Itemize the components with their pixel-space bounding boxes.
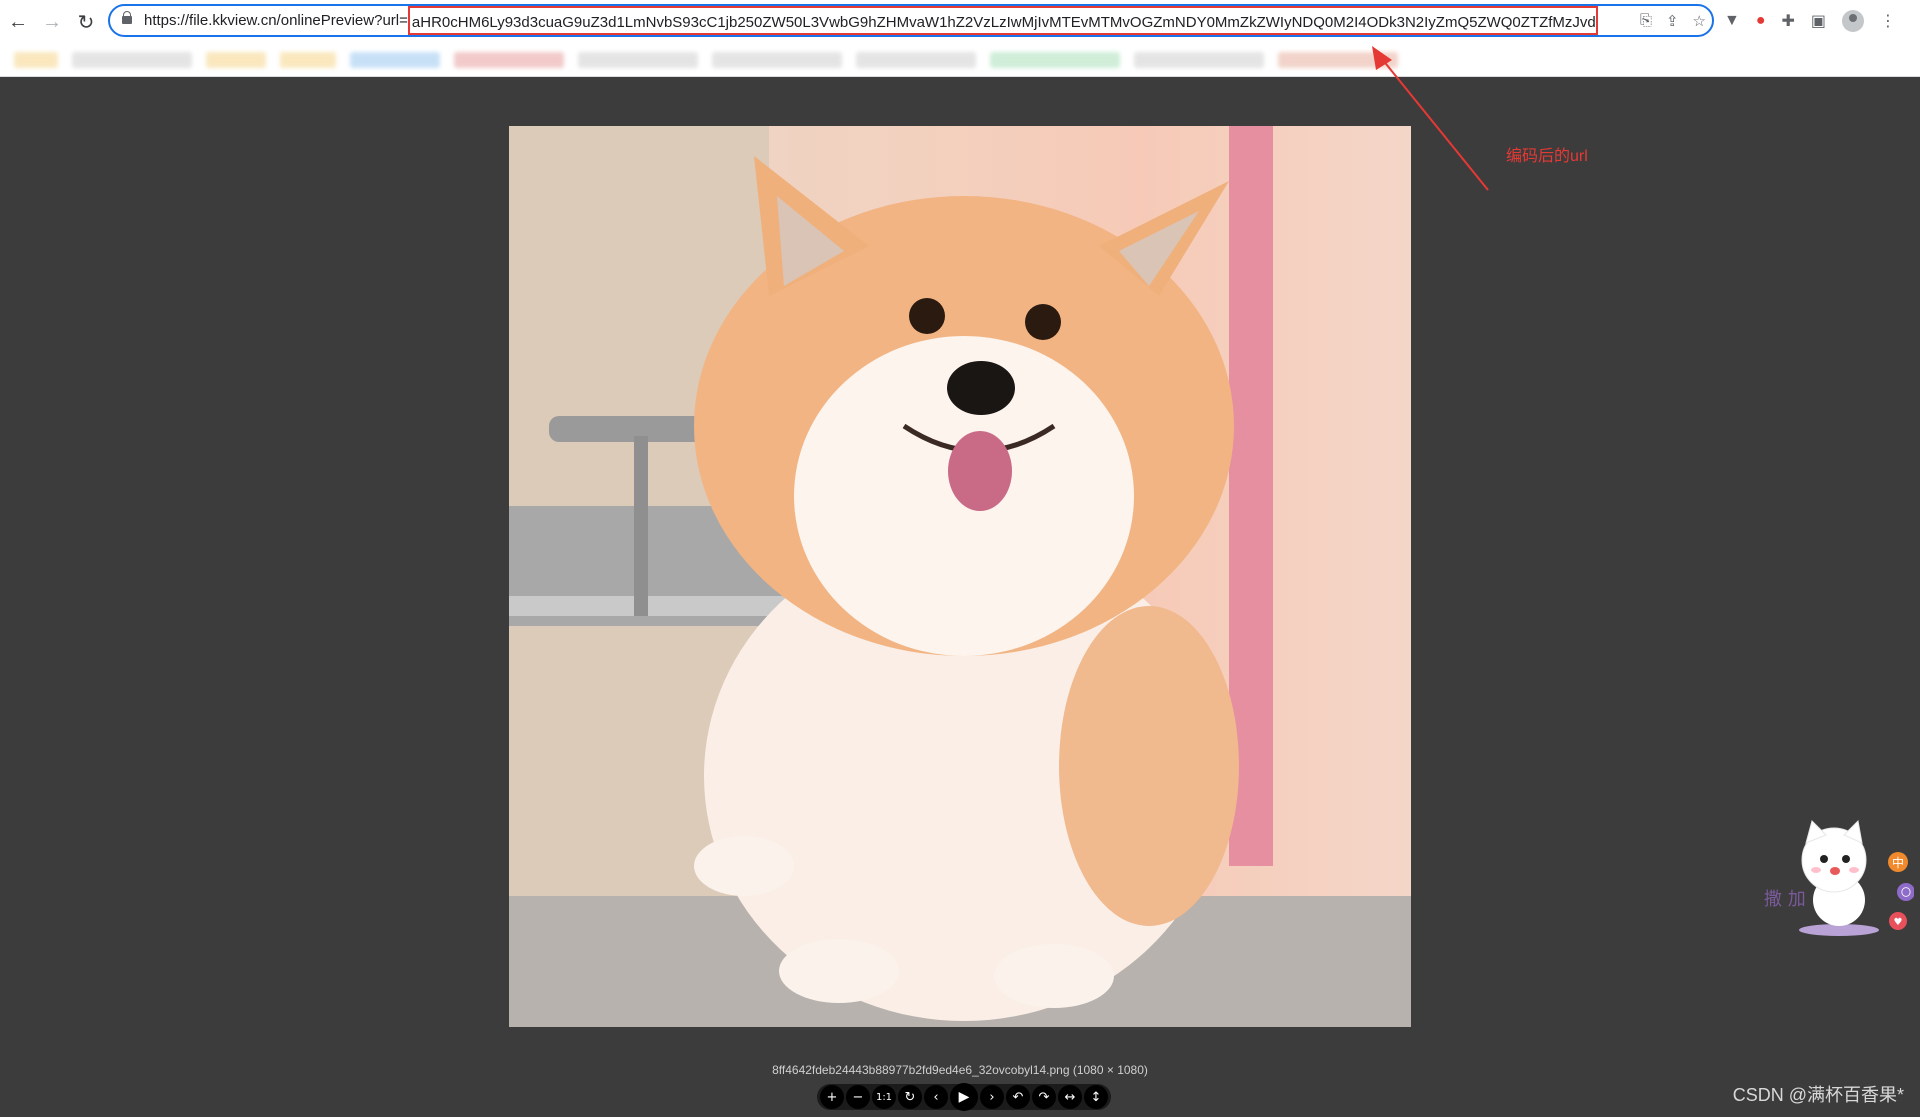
lock-icon: [122, 10, 132, 26]
mascot-cheek-right: [1849, 867, 1859, 873]
photo-faucet-pipe: [634, 436, 648, 616]
bookmark-blurred[interactable]: [856, 52, 976, 68]
photo-dog-nose: [947, 361, 1015, 415]
translate-icon[interactable]: ⎘: [1640, 12, 1652, 29]
browser-toolbar: ← → ↻ https://file.kkview.cn/onlinePrevi…: [0, 0, 1920, 44]
photo-dog-paw-right: [994, 944, 1114, 1008]
vue-devtools-icon[interactable]: ▼: [1724, 12, 1740, 30]
photo-dog-side: [1059, 606, 1239, 926]
rotate-left-button[interactable]: ↶: [1006, 1085, 1030, 1109]
bookmark-blurred[interactable]: [206, 52, 266, 68]
bookmark-blurred[interactable]: [72, 52, 192, 68]
profile-avatar-icon[interactable]: [1842, 10, 1865, 32]
extension-area: ▼ ● ✚ ▣ ⋮: [1724, 6, 1896, 36]
one-to-one-button[interactable]: 1:1: [872, 1085, 896, 1109]
zoom-out-button[interactable]: −: [846, 1085, 870, 1109]
pocket-extension-icon[interactable]: ●: [1756, 12, 1766, 30]
photo-dog-eye-left: [909, 298, 945, 334]
annotation-label: 编码后的url: [1506, 148, 1588, 165]
bookmark-star-icon[interactable]: ☆: [1693, 12, 1706, 30]
bookmark-blurred[interactable]: [350, 52, 440, 68]
image-caption: 8ff4642fdeb24443b88977b2fd9ed4e6_32ovcob…: [772, 1063, 1148, 1077]
photo-dog-back-paw: [694, 836, 794, 896]
bookmark-blurred[interactable]: [280, 52, 336, 68]
mascot-eye-right: [1842, 855, 1850, 863]
omnibox-actions: ⎘ ⇪ ☆: [1640, 6, 1706, 35]
zoom-in-button[interactable]: +: [820, 1085, 844, 1109]
photo-dog-tongue: [948, 431, 1012, 511]
extensions-puzzle-icon[interactable]: ✚: [1782, 11, 1795, 31]
mascot-side-text: 撒 加: [1764, 889, 1806, 910]
bookmark-blurred[interactable]: [1134, 52, 1264, 68]
photo-dog-eye-right: [1025, 304, 1061, 340]
image-viewer: 8ff4642fdeb24443b88977b2fd9ed4e6_32ovcob…: [0, 77, 1920, 1117]
bookmark-blurred[interactable]: [990, 52, 1120, 68]
arrow-left-icon: ←: [8, 10, 28, 33]
forward-button[interactable]: →: [36, 6, 68, 38]
back-button[interactable]: ←: [2, 6, 34, 38]
corgi-illustration: [509, 126, 1411, 1027]
flip-horizontal-button[interactable]: ↔: [1058, 1085, 1082, 1109]
reset-button[interactable]: ↻: [898, 1085, 922, 1109]
play-button[interactable]: ▶: [950, 1083, 978, 1111]
rotate-right-button[interactable]: ↷: [1032, 1085, 1056, 1109]
annotation-arrow-line: [1377, 53, 1489, 191]
reload-icon: ↻: [77, 11, 95, 34]
flip-vertical-button[interactable]: ↕: [1084, 1085, 1108, 1109]
url-encoded-highlighted: aHR0cHM6Ly93d3cuaG9uZ3d1LmNvbS93cC1jb250…: [407, 6, 1598, 35]
cat-mascot[interactable]: 撒 加 中 〇 ♥: [1764, 815, 1914, 945]
menu-kebab-icon[interactable]: ⋮: [1880, 11, 1896, 31]
url-prefix: https://file.kkview.cn/onlinePreview?url…: [144, 12, 408, 29]
bookmarks-bar: [0, 44, 1920, 77]
csdn-watermark: CSDN @满杯百香果*: [1732, 1085, 1904, 1105]
mascot-badge-1-text: 中: [1892, 855, 1904, 870]
arrow-right-icon: →: [42, 10, 62, 33]
mascot-badge-2-text: 〇: [1901, 887, 1911, 899]
mascot-badge-3-text: ♥: [1894, 917, 1903, 928]
viewer-controls: + − 1:1 ↻ ‹ ▶ › ↶ ↷ ↔ ↕: [817, 1083, 1111, 1111]
bookmark-blurred[interactable]: [14, 52, 58, 68]
bookmark-blurred[interactable]: [712, 52, 842, 68]
mascot-mouth: [1830, 867, 1840, 875]
bookmark-blurred[interactable]: [578, 52, 698, 68]
bookmark-blurred[interactable]: [454, 52, 564, 68]
photo-dog-paw-left: [779, 939, 899, 1003]
reload-button[interactable]: ↻: [70, 6, 102, 38]
next-button[interactable]: ›: [980, 1085, 1004, 1109]
mascot-eye-left: [1820, 855, 1828, 863]
address-bar[interactable]: https://file.kkview.cn/onlinePreview?url…: [108, 4, 1714, 37]
corgi-photo[interactable]: [509, 126, 1411, 1027]
mascot-cheek-left: [1811, 867, 1821, 873]
side-panel-icon[interactable]: ▣: [1811, 11, 1826, 31]
previous-button[interactable]: ‹: [924, 1085, 948, 1109]
annotation-arrow: [1372, 46, 1489, 191]
share-icon[interactable]: ⇪: [1666, 12, 1679, 30]
